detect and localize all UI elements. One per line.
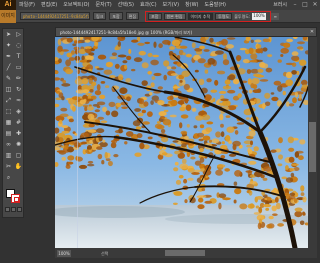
menu-bar: Ai 파일(F) 편집(E) 오브젝트(O) 문자(T) 선택(S) 효과(C)… <box>0 0 320 10</box>
app-logo: Ai <box>0 0 16 10</box>
color-mode-button[interactable] <box>5 207 10 212</box>
lasso-icon[interactable]: ◌ <box>14 42 23 50</box>
menu-file[interactable]: 파일(F) <box>16 0 38 10</box>
selection-type-label: 이미지 <box>0 9 16 23</box>
eyedropper-icon[interactable]: ✚ <box>14 130 23 138</box>
close-window-icon[interactable]: ✕ <box>310 0 320 10</box>
zoom-icon[interactable]: ⌕ <box>4 174 13 182</box>
status-bar: 100% 선택 <box>55 248 317 258</box>
highlighted-controls: 포함 원본 편집 이미지 추적 투명도 불투명도: 100% <box>145 10 272 22</box>
hand-icon[interactable]: ✋ <box>14 163 23 171</box>
menu-window[interactable]: 창(W) <box>182 0 201 10</box>
tools-panel: ➤ ▷ ✦ ◌ ✒ T ╱ ▭ ✎ ✏ ◫ ↻ ⤢ ≈ ⬚ ◈ ▦ # ▤ ✚ ∞ ✺ ▥ ▢ ✂ ✋ ⌕ <box>2 28 24 218</box>
link-button[interactable]: 링크 <box>93 12 107 20</box>
control-bar: 이미지 photo-1444492417251-9c84a5fa18e0.jpg… <box>0 9 320 23</box>
transparency-button[interactable]: 투명도 <box>215 12 233 20</box>
menu-edit[interactable]: 편집(E) <box>38 0 60 10</box>
column-graph-icon[interactable]: ▥ <box>4 152 13 160</box>
menu-type[interactable]: 문자(T) <box>93 0 115 10</box>
image-trace-button[interactable]: 이미지 추적 <box>187 12 214 20</box>
menu-object[interactable]: 오브젝트(O) <box>60 0 92 10</box>
status-text: 선택 <box>101 250 109 256</box>
pen-icon[interactable]: ✒ <box>4 53 13 61</box>
artboard-canvas[interactable] <box>55 37 308 248</box>
warp-icon[interactable]: ≈ <box>14 97 23 105</box>
artboard-icon[interactable]: ▢ <box>14 152 23 160</box>
edit-original-button[interactable]: 원본 편집 <box>163 12 186 20</box>
linked-file-name[interactable]: photo-1444492417251-9c84a5fa18e0.jpg <box>20 12 90 20</box>
menu-select[interactable]: 선택(S) <box>115 0 137 10</box>
pencil-icon[interactable]: ✏ <box>14 75 23 83</box>
vertical-guide <box>77 37 78 248</box>
vertical-scroll-thumb[interactable] <box>309 122 316 172</box>
shape-builder-icon[interactable]: ◈ <box>14 108 23 116</box>
zoom-level[interactable]: 100% <box>57 249 71 257</box>
embed-button[interactable]: 포함 <box>148 12 162 20</box>
menu-view[interactable]: 보기(V) <box>160 0 183 10</box>
magic-wand-icon[interactable]: ✦ <box>4 42 13 50</box>
blend-icon[interactable]: ∞ <box>4 141 13 149</box>
menu-effect[interactable]: 효과(C) <box>137 0 160 10</box>
line-icon[interactable]: ╱ <box>4 64 13 72</box>
scale-icon[interactable]: ⤢ <box>4 97 13 105</box>
gradient-mode-button[interactable] <box>11 207 16 212</box>
vertical-scrollbar[interactable] <box>308 37 317 248</box>
selection-tool-icon[interactable]: ➤ <box>4 31 13 39</box>
rectangle-icon[interactable]: ▭ <box>14 64 23 72</box>
perspective-icon[interactable]: ▦ <box>4 119 13 127</box>
minimize-icon[interactable]: – <box>290 0 300 10</box>
embed-option[interactable]: 포함 <box>109 12 123 20</box>
maximize-icon[interactable]: □ <box>300 0 310 10</box>
close-document-icon[interactable]: ✕ <box>308 28 316 37</box>
workspace-switcher[interactable]: 브러시 <box>270 0 290 10</box>
none-mode-button[interactable] <box>17 207 22 212</box>
symbol-sprayer-icon[interactable]: ✺ <box>14 141 23 149</box>
menu-help[interactable]: 도움말(H) <box>202 0 229 10</box>
placed-photo[interactable] <box>55 37 308 248</box>
gradient-icon[interactable]: ▤ <box>4 130 13 138</box>
stroke-color-swatch[interactable] <box>11 194 20 203</box>
panel-menu-icon[interactable]: ≡ <box>271 12 280 20</box>
opacity-label: 불투명도: <box>234 13 251 19</box>
document-title: photo-1444492417251-9c84a5fa18e0.jpg @ 1… <box>60 29 193 35</box>
mesh-icon[interactable]: # <box>14 119 23 127</box>
free-transform-icon[interactable]: ⬚ <box>4 108 13 116</box>
eraser-icon[interactable]: ◫ <box>4 86 13 94</box>
edit-option[interactable]: 편집 <box>125 12 140 20</box>
document-tab[interactable]: photo-1444492417251-9c84a5fa18e0.jpg @ 1… <box>55 27 317 37</box>
paintbrush-icon[interactable]: ✎ <box>4 75 13 83</box>
opacity-field[interactable]: 100% <box>252 12 267 20</box>
direct-selection-tool-icon[interactable]: ▷ <box>14 31 23 39</box>
rotate-icon[interactable]: ↻ <box>14 86 23 94</box>
type-icon[interactable]: T <box>14 53 23 61</box>
horizontal-scroll-thumb[interactable] <box>165 250 205 256</box>
slice-icon[interactable]: ✂ <box>4 163 13 171</box>
